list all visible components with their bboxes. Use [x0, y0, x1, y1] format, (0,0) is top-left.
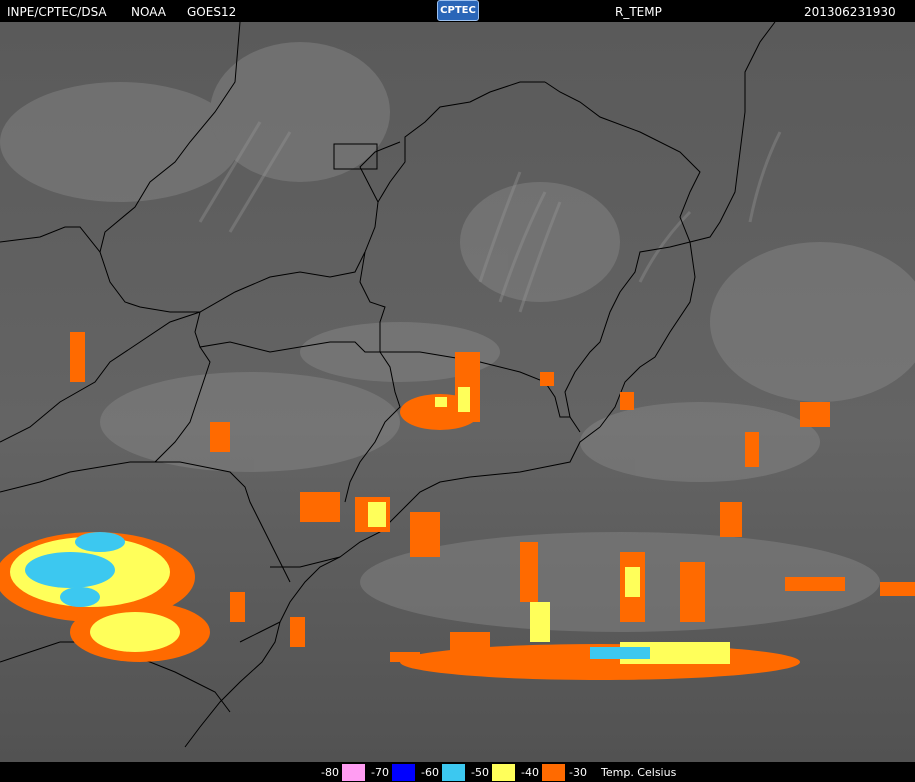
timestamp-label: 201306231930 [804, 5, 896, 19]
legend-label: -60 [418, 764, 442, 781]
source-label: INPE/CPTEC/DSA [7, 5, 107, 19]
legend-swatch [342, 764, 365, 781]
product-label: R_TEMP [615, 5, 662, 19]
legend-label: -70 [368, 764, 392, 781]
legend-swatch [542, 764, 565, 781]
temperature-legend: -80 -70 -60 -50 -40 -30 Temp. Celsius [0, 762, 915, 782]
legend-swatch [492, 764, 515, 781]
satellite-label: GOES12 [187, 5, 237, 19]
agency-label: NOAA [131, 5, 166, 19]
legend-label: -30 [566, 764, 590, 781]
legend-label: -50 [468, 764, 492, 781]
legend-label: -40 [518, 764, 542, 781]
header-bar: INPE/CPTEC/DSA NOAA GOES12 CPTEC R_TEMP … [0, 0, 915, 22]
legend-swatch [442, 764, 465, 781]
satellite-image [0, 22, 915, 762]
legend-unit: Temp. Celsius [601, 766, 677, 779]
legend-swatch [392, 764, 415, 781]
legend-label: -80 [318, 764, 342, 781]
cptec-logo: CPTEC [437, 0, 479, 21]
